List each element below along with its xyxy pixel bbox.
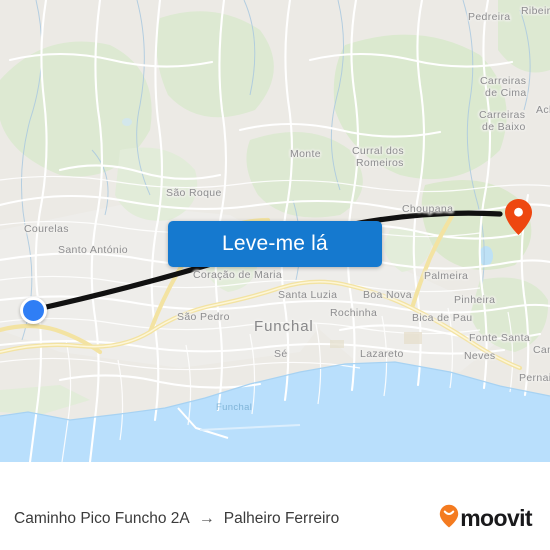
- moovit-trip-map-screen: Pedreira Ribeir Carreiras de Cima Carreiras d…: [0, 0, 550, 550]
- origin-marker[interactable]: [20, 297, 47, 324]
- route-summary: Caminho Pico Funcho 2A → Palheiro Ferrei…: [14, 510, 439, 528]
- bottom-bar: Caminho Pico Funcho 2A → Palheiro Ferrei…: [0, 486, 550, 550]
- moovit-logo[interactable]: moovit: [439, 504, 533, 533]
- route-destination-label: Palheiro Ferreiro: [223, 509, 340, 527]
- moovit-pin-icon: [439, 504, 459, 533]
- route-origin-label: Caminho Pico Funcho 2A: [14, 509, 190, 527]
- take-me-there-button[interactable]: Leve-me lá: [168, 221, 382, 267]
- map-canvas[interactable]: Pedreira Ribeir Carreiras de Cima Carreiras d…: [0, 0, 550, 462]
- arrow-right-icon: →: [198, 509, 215, 527]
- destination-marker[interactable]: [504, 198, 533, 236]
- moovit-wordmark: moovit: [460, 505, 532, 531]
